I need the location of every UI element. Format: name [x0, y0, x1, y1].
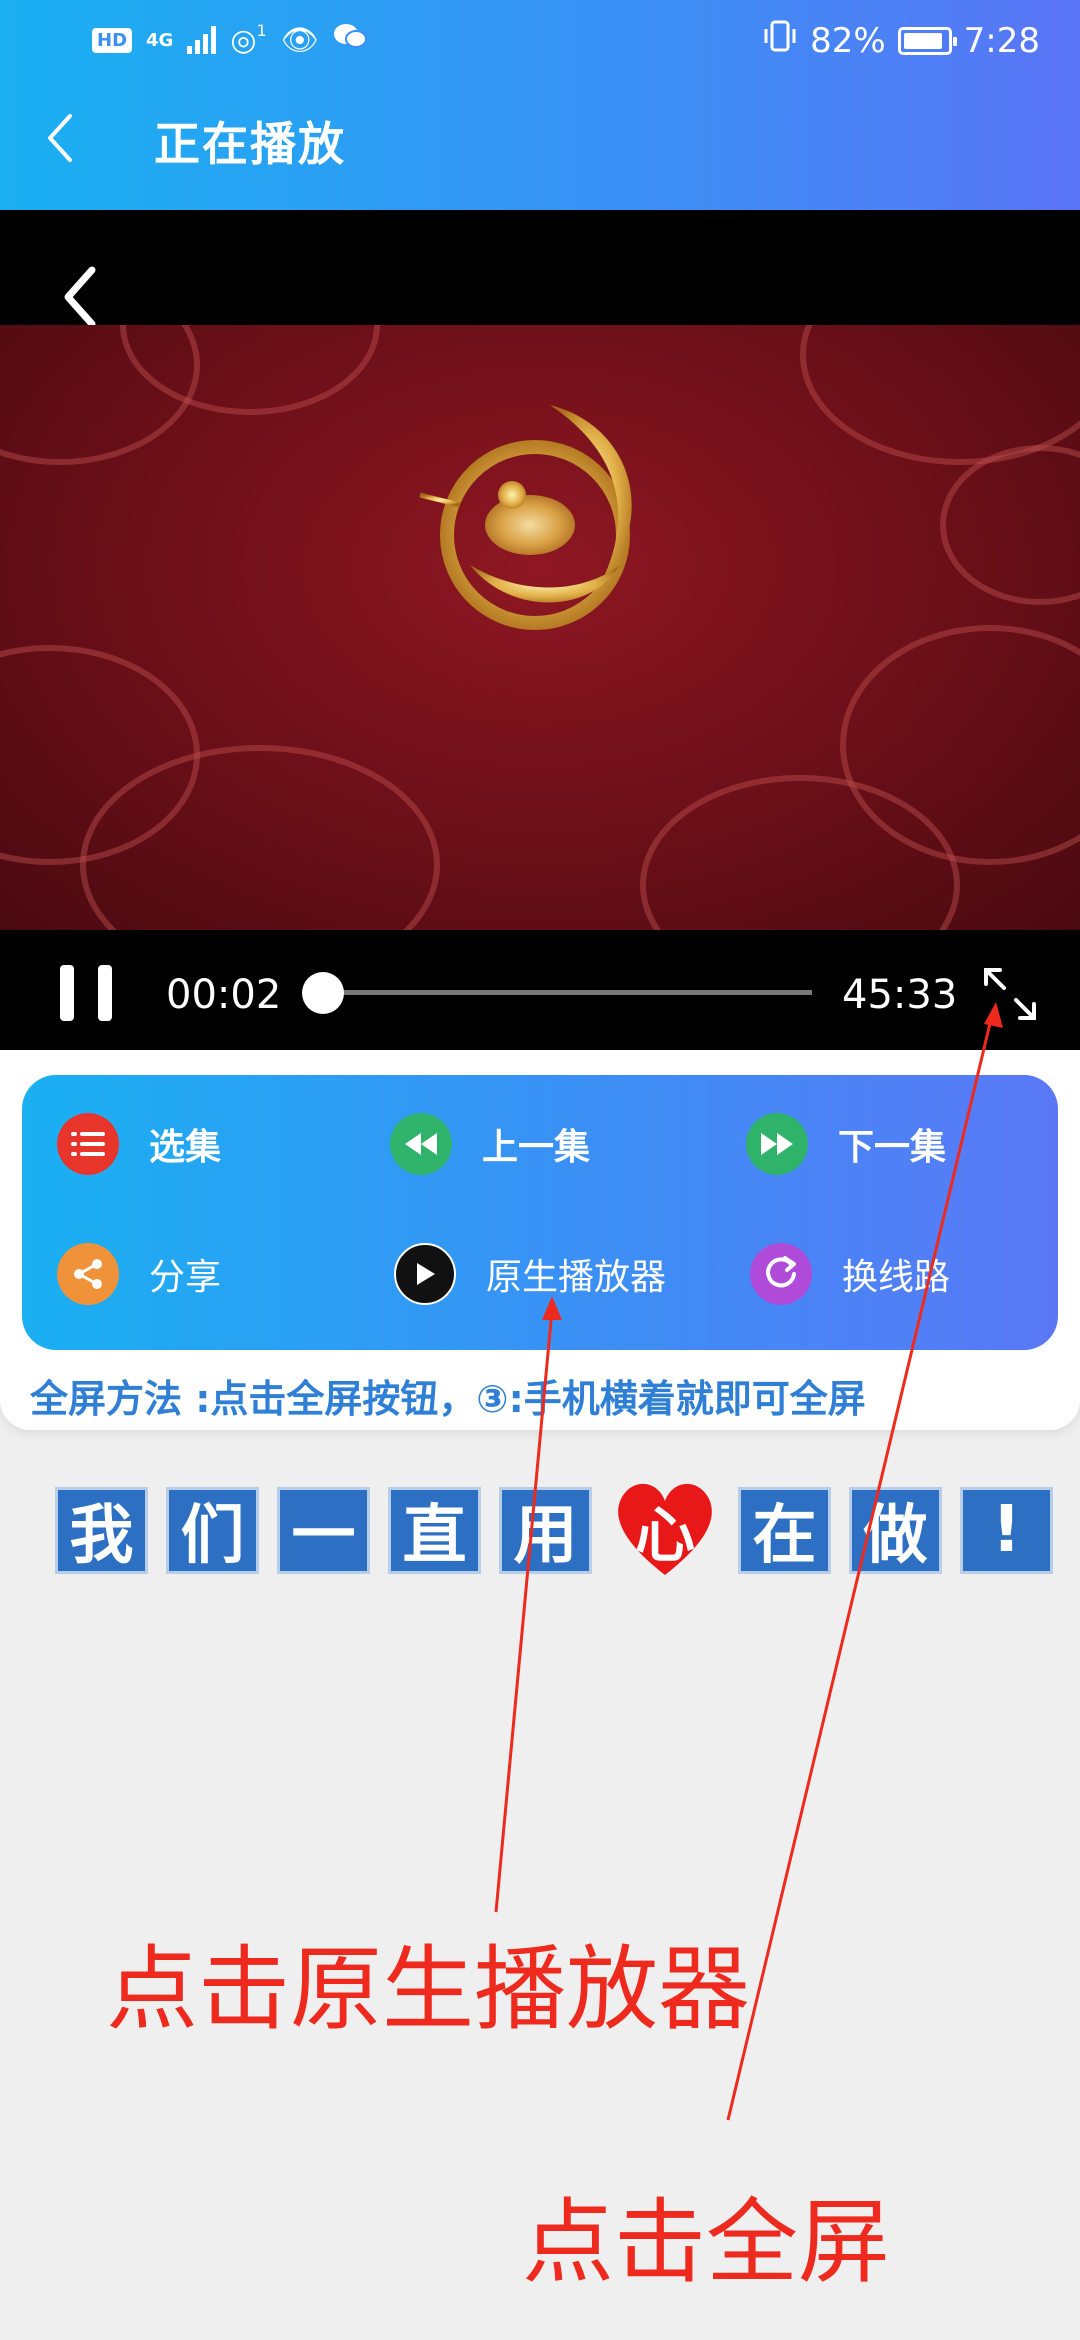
slogan-char: 在	[738, 1486, 831, 1574]
slogan-char: 我	[55, 1486, 148, 1574]
fullscreen-button[interactable]	[982, 966, 1038, 1022]
page-title: 正在播放	[154, 117, 346, 171]
clock: 7:28	[963, 20, 1040, 61]
switch-line-button[interactable]: 换线路	[750, 1243, 950, 1305]
slogan-char: 直	[388, 1486, 481, 1574]
hd-icon: HD	[92, 27, 133, 53]
action-menu: 选集 上一集 下一集 分享 原生播放器 换线路	[22, 1075, 1058, 1350]
next-icon	[746, 1113, 808, 1175]
chevron-left-icon	[48, 114, 72, 162]
chevron-left-icon	[64, 266, 96, 328]
share-icon	[57, 1243, 119, 1305]
video-player[interactable]: 00:02 45:33	[0, 210, 1080, 1050]
back-button[interactable]	[38, 108, 88, 168]
heart-icon: 心	[610, 1475, 720, 1585]
switch-line-label: 换线路	[842, 1257, 951, 1298]
golden-emblem-icon	[419, 405, 632, 630]
fullscreen-icon	[984, 968, 1036, 1020]
previous-icon	[390, 1113, 452, 1175]
native-player-button[interactable]: 原生播放器	[394, 1243, 666, 1305]
annotation-native-player: 点击原生播放器	[106, 1936, 751, 2043]
next-episode-button[interactable]: 下一集	[746, 1113, 946, 1175]
slogan-char: 一	[277, 1486, 370, 1574]
slogan-banner: 我 们 一 直 用 心 在 做 !	[55, 1475, 1053, 1585]
progress-knob[interactable]	[302, 972, 344, 1014]
vibrate-icon	[762, 20, 798, 61]
previous-episode-button[interactable]: 上一集	[390, 1113, 590, 1175]
fullscreen-tip: 全屏方法 :点击全屏按钮，③:手机横着就即可全屏	[30, 1377, 866, 1421]
eye-icon: 👁	[280, 22, 319, 58]
player-back-button[interactable]	[58, 262, 102, 332]
previous-episode-label: 上一集	[482, 1127, 591, 1168]
slogan-char: 做	[849, 1486, 942, 1574]
progress-track[interactable]	[322, 990, 812, 995]
share-button[interactable]: 分享	[57, 1243, 221, 1305]
hotspot-count: 1	[256, 20, 267, 40]
current-time: 00:02	[166, 972, 282, 1018]
native-player-label: 原生播放器	[486, 1257, 667, 1298]
slogan-char: !	[960, 1486, 1053, 1574]
hotspot-icon: ◎	[230, 22, 257, 58]
annotation-fullscreen: 点击全屏	[522, 2189, 891, 2296]
total-time: 45:33	[842, 972, 958, 1018]
play-icon	[394, 1243, 456, 1305]
refresh-icon	[750, 1243, 812, 1305]
network-type: 4G	[146, 29, 174, 51]
slogan-char: 们	[166, 1486, 259, 1574]
signal-icon	[187, 26, 217, 54]
status-bar: HD 4G ◎ 1 👁 82% 7:28	[0, 0, 1080, 85]
battery-percent: 82%	[810, 20, 886, 61]
slogan-char: 心	[635, 1500, 695, 1571]
app-header: HD 4G ◎ 1 👁 82% 7:28 正在播放	[0, 0, 1080, 210]
episode-panel: 选集 上一集 下一集 分享 原生播放器 换线路 全屏方法:点击全屏按钮，③:手…	[0, 1050, 1080, 1430]
video-frame[interactable]	[0, 325, 1080, 930]
select-episode-label: 选集	[149, 1127, 222, 1168]
slogan-char: 用	[499, 1486, 592, 1574]
share-label: 分享	[149, 1257, 222, 1298]
select-episode-button[interactable]: 选集	[57, 1113, 221, 1175]
list-icon	[57, 1113, 119, 1175]
battery-icon	[897, 26, 957, 55]
pause-button[interactable]	[60, 965, 112, 1021]
player-controls: 00:02 45:33	[0, 930, 1080, 1050]
wechat-icon	[333, 22, 367, 58]
next-episode-label: 下一集	[838, 1127, 947, 1168]
